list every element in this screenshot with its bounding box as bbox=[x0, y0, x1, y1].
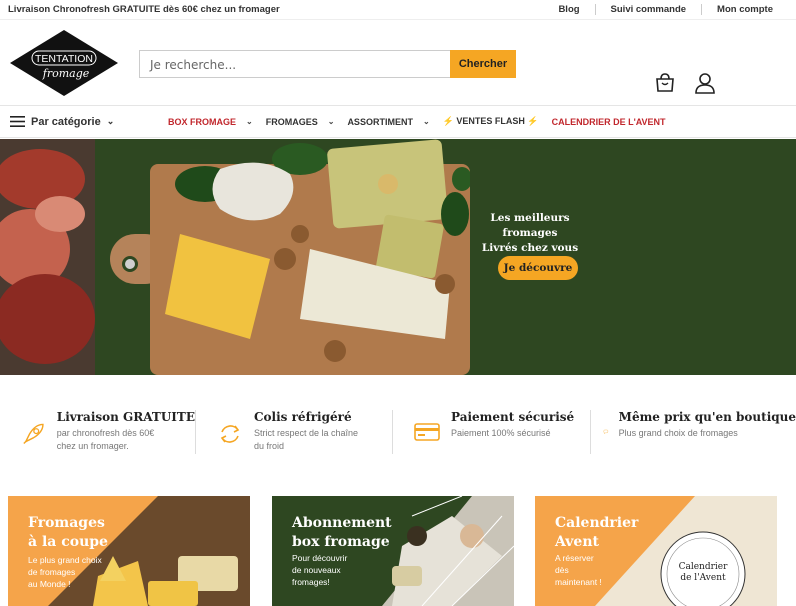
top-links: Blog Suivi commande Mon compte bbox=[543, 4, 788, 15]
order-tracking-link[interactable]: Suivi commande bbox=[594, 4, 702, 15]
search-button[interactable]: Chercher bbox=[450, 50, 516, 78]
chevron-down-icon: ⌄ bbox=[106, 116, 115, 126]
nav-item-label: CALENDRIER DE L'AVENT bbox=[551, 116, 666, 127]
logo-line1: TENTATION bbox=[35, 53, 93, 65]
feature-title: Colis réfrigéré bbox=[254, 410, 352, 424]
rocket-icon bbox=[23, 423, 44, 445]
user-icon[interactable] bbox=[694, 72, 716, 94]
top-bar: Livraison Chronofresh GRATUITE dès 60€ c… bbox=[0, 0, 796, 20]
card-title: Abonnement box fromage bbox=[292, 515, 392, 550]
card-calendrier-avent[interactable]: Calendrier de l'Avent Calendrier Avent A … bbox=[535, 496, 777, 606]
card-fromages-coupe[interactable]: Fromages à la coupe Le plus grand choix de… bbox=[8, 496, 250, 606]
feature-desc: Strict respect de la chaîne du froid bbox=[254, 428, 359, 451]
hero-line1: Les meilleurs fromages bbox=[490, 212, 570, 239]
feature-desc: Paiement 100% sécurisé bbox=[451, 428, 551, 438]
chevron-down-icon: ⌄ bbox=[422, 117, 430, 126]
account-link[interactable]: Mon compte bbox=[701, 4, 788, 15]
feature-desc: Plus grand choix de fromages bbox=[618, 428, 738, 438]
features-row: Livraison GRATUITE par chronofresh dès 6… bbox=[0, 410, 796, 460]
feature-title: Même prix qu'en boutique bbox=[618, 410, 796, 424]
feature-delivery: Livraison GRATUITE par chronofresh dès 6… bbox=[0, 410, 196, 454]
chevron-down-icon: ⌄ bbox=[327, 117, 335, 126]
nav-item-label: BOX FROMAGE bbox=[168, 116, 237, 127]
chevron-down-icon: ⌄ bbox=[246, 117, 253, 126]
nav-item-calendrier[interactable]: CALENDRIER DE L'AVENT bbox=[552, 117, 666, 127]
main-nav: Par catégorie ⌄ BOX FROMAGE ⌄ FROMAGES ⌄ A… bbox=[0, 106, 796, 138]
nav-item-ventes-flash[interactable]: ⚡ VENTES FLASH ⚡ bbox=[443, 116, 539, 127]
badge-line2: de l'Avent bbox=[680, 573, 726, 583]
feature-refrigerated: Colis réfrigéré Strict respect de la cha… bbox=[196, 410, 393, 454]
hero-banner: Les meilleurs fromages Livrés chez vous … bbox=[0, 139, 796, 375]
logo-line2: fromage bbox=[42, 67, 90, 80]
header-icons bbox=[654, 72, 716, 94]
feature-desc: par chronofresh dès 60€ chez un fromager. bbox=[56, 428, 155, 451]
feature-payment: Paiement sécurisé Paiement 100% sécurisé bbox=[393, 410, 591, 454]
search-bar: Je recherche... Chercher bbox=[139, 50, 516, 78]
card-title: Fromages à la coupe bbox=[28, 515, 108, 550]
cart-icon[interactable] bbox=[654, 72, 676, 94]
nav-item-box-fromage[interactable]: BOX FROMAGE ⌄ bbox=[168, 117, 253, 127]
promo-text: Livraison Chronofresh GRATUITE dès 60€ c… bbox=[8, 4, 280, 15]
credit-card-icon bbox=[414, 423, 440, 441]
blog-link[interactable]: Blog bbox=[543, 4, 594, 15]
category-label: Par catégorie bbox=[31, 115, 101, 128]
logo[interactable]: TENTATION fromage bbox=[8, 28, 120, 98]
hero-image bbox=[0, 139, 470, 375]
card-desc: Le plus grand choix de fromages au Monde ! bbox=[28, 555, 102, 589]
header: TENTATION fromage Je recherche... Cherch… bbox=[0, 20, 796, 106]
nav-item-label: ASSORTIMENT bbox=[347, 116, 413, 127]
card-title: Calendrier Avent bbox=[555, 515, 639, 550]
category-menu[interactable]: Par catégorie ⌄ bbox=[10, 116, 114, 128]
nav-item-label: ⚡ VENTES FLASH ⚡ bbox=[442, 116, 539, 126]
refresh-icon bbox=[220, 425, 240, 443]
feature-title: Paiement sécurisé bbox=[451, 410, 575, 424]
card-desc: A réserver dès maintenant ! bbox=[555, 553, 602, 587]
hamburger-icon bbox=[10, 116, 25, 127]
badge-line1: Calendrier bbox=[679, 562, 729, 572]
nav-item-assortiment[interactable]: ASSORTIMENT ⌄ bbox=[347, 117, 429, 127]
card-abonnement-box[interactable]: Abonnement box fromage Pour découvrir de n… bbox=[272, 496, 514, 606]
nav-item-fromages[interactable]: FROMAGES ⌄ bbox=[266, 117, 335, 127]
hero-cta-button[interactable]: Je découvre bbox=[498, 256, 578, 280]
feature-same-price: Même prix qu'en boutique Plus grand choi… bbox=[591, 410, 796, 454]
card-desc: Pour découvrir de nouveaux fromages! bbox=[292, 553, 348, 587]
feature-title: Livraison GRATUITE bbox=[56, 410, 195, 424]
search-input[interactable]: Je recherche... bbox=[139, 50, 450, 78]
nav-menu: BOX FROMAGE ⌄ FROMAGES ⌄ ASSORTIMENT ⌄ ⚡ VE… bbox=[168, 116, 679, 127]
nav-item-label: FROMAGES bbox=[265, 116, 318, 127]
chat-icon bbox=[603, 429, 609, 435]
category-cards: Fromages à la coupe Le plus grand choix de… bbox=[8, 496, 788, 606]
